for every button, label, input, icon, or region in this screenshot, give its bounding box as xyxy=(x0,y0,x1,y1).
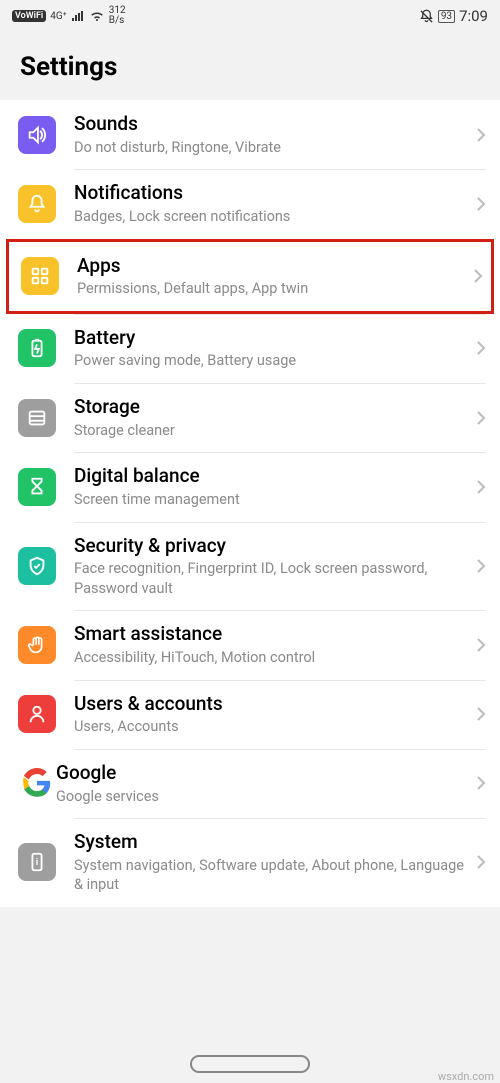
grid-icon xyxy=(21,257,59,295)
row-subtitle: Storage cleaner xyxy=(74,421,470,441)
user-icon xyxy=(18,695,56,733)
divider xyxy=(74,169,486,170)
row-body: Smart assistanceAccessibility, HiTouch, … xyxy=(74,622,470,667)
mute-icon xyxy=(419,9,434,24)
storage-icon xyxy=(18,399,56,437)
settings-row-user[interactable]: Users & accountsUsers, Accounts xyxy=(0,680,500,749)
row-title: Notifications xyxy=(74,181,470,206)
settings-row-system[interactable]: i SystemSystem navigation, Software updat… xyxy=(0,818,500,907)
row-body: Users & accountsUsers, Accounts xyxy=(74,692,470,737)
row-body: StorageStorage cleaner xyxy=(74,395,470,440)
row-body: SoundsDo not disturb, Ringtone, Vibrate xyxy=(74,112,470,157)
svg-text:i: i xyxy=(36,858,38,868)
network-speed: 312 B/s xyxy=(109,6,126,26)
row-title: Sounds xyxy=(74,112,470,137)
battery-icon xyxy=(18,329,56,367)
divider xyxy=(74,314,486,315)
status-bar: VoWiFi 4G⁺ 312 B/s 93 7:09 xyxy=(0,0,500,32)
divider xyxy=(74,383,486,384)
row-title: Smart assistance xyxy=(74,622,470,647)
google-icon xyxy=(18,764,56,802)
row-body: Security & privacyFace recognition, Fing… xyxy=(74,534,470,599)
signal-bars-icon xyxy=(71,10,85,22)
divider xyxy=(74,610,486,611)
row-body: GoogleGoogle services xyxy=(56,761,470,806)
settings-row-bell[interactable]: NotificationsBadges, Lock screen notific… xyxy=(0,169,500,238)
bell-icon xyxy=(18,185,56,223)
highlight-box: AppsPermissions, Default apps, App twin xyxy=(6,239,494,314)
battery-indicator: 93 xyxy=(438,10,455,23)
settings-row-storage[interactable]: StorageStorage cleaner xyxy=(0,383,500,452)
status-right: 93 7:09 xyxy=(419,7,488,25)
divider xyxy=(74,818,486,819)
row-subtitle: System navigation, Software update, Abou… xyxy=(74,856,470,895)
row-body: BatteryPower saving mode, Battery usage xyxy=(74,326,470,371)
row-title: Digital balance xyxy=(74,464,470,489)
chevron-right-icon xyxy=(476,196,486,212)
row-subtitle: Badges, Lock screen notifications xyxy=(74,207,470,227)
row-body: AppsPermissions, Default apps, App twin xyxy=(77,254,467,299)
settings-row-google[interactable]: GoogleGoogle services xyxy=(0,749,500,818)
row-title: System xyxy=(74,830,470,855)
watermark: wsxdn.com xyxy=(438,1070,494,1083)
divider xyxy=(74,680,486,681)
home-pill[interactable] xyxy=(190,1055,310,1073)
row-subtitle: Do not disturb, Ringtone, Vibrate xyxy=(74,138,470,158)
row-title: Users & accounts xyxy=(74,692,470,717)
row-body: NotificationsBadges, Lock screen notific… xyxy=(74,181,470,226)
row-title: Google xyxy=(56,761,470,786)
chevron-right-icon xyxy=(476,127,486,143)
divider xyxy=(74,452,486,453)
chevron-right-icon xyxy=(476,706,486,722)
row-title: Battery xyxy=(74,326,470,351)
row-subtitle: Permissions, Default apps, App twin xyxy=(77,279,467,299)
chevron-right-icon xyxy=(476,558,486,574)
divider xyxy=(74,522,486,523)
chevron-right-icon xyxy=(476,410,486,426)
chevron-right-icon xyxy=(476,340,486,356)
row-subtitle: Power saving mode, Battery usage xyxy=(74,351,470,371)
clock: 7:09 xyxy=(459,7,488,25)
hand-icon xyxy=(18,626,56,664)
chevron-right-icon xyxy=(476,637,486,653)
row-subtitle: Face recognition, Fingerprint ID, Lock s… xyxy=(74,559,470,598)
row-subtitle: Google services xyxy=(56,787,470,807)
row-title: Apps xyxy=(77,254,467,279)
shield-icon xyxy=(18,547,56,585)
row-body: Digital balanceScreen time management xyxy=(74,464,470,509)
sound-icon xyxy=(18,116,56,154)
settings-row-sound[interactable]: SoundsDo not disturb, Ringtone, Vibrate xyxy=(0,100,500,169)
row-subtitle: Accessibility, HiTouch, Motion control xyxy=(74,648,470,668)
chevron-right-icon xyxy=(476,775,486,791)
page-title: Settings xyxy=(0,32,500,100)
divider xyxy=(74,749,486,750)
row-title: Storage xyxy=(74,395,470,420)
signal-indicator: 4G⁺ xyxy=(50,11,66,22)
settings-row-hand[interactable]: Smart assistanceAccessibility, HiTouch, … xyxy=(0,610,500,679)
chevron-right-icon xyxy=(476,479,486,495)
settings-row-grid[interactable]: AppsPermissions, Default apps, App twin xyxy=(9,242,491,311)
status-left: VoWiFi 4G⁺ 312 B/s xyxy=(12,6,126,26)
settings-row-hourglass[interactable]: Digital balanceScreen time management xyxy=(0,452,500,521)
hourglass-icon xyxy=(18,468,56,506)
wifi-icon xyxy=(89,10,105,22)
row-subtitle: Screen time management xyxy=(74,490,470,510)
settings-row-shield[interactable]: Security & privacyFace recognition, Fing… xyxy=(0,522,500,611)
vowifi-badge: VoWiFi xyxy=(12,10,46,22)
chevron-right-icon xyxy=(473,268,483,284)
settings-list[interactable]: SoundsDo not disturb, Ringtone, Vibrate N… xyxy=(0,100,500,907)
row-body: SystemSystem navigation, Software update… xyxy=(74,830,470,895)
row-title: Security & privacy xyxy=(74,534,470,559)
settings-row-battery[interactable]: BatteryPower saving mode, Battery usage xyxy=(0,314,500,383)
row-subtitle: Users, Accounts xyxy=(74,717,470,737)
nav-bar xyxy=(0,1055,500,1073)
chevron-right-icon xyxy=(476,854,486,870)
system-icon: i xyxy=(18,843,56,881)
